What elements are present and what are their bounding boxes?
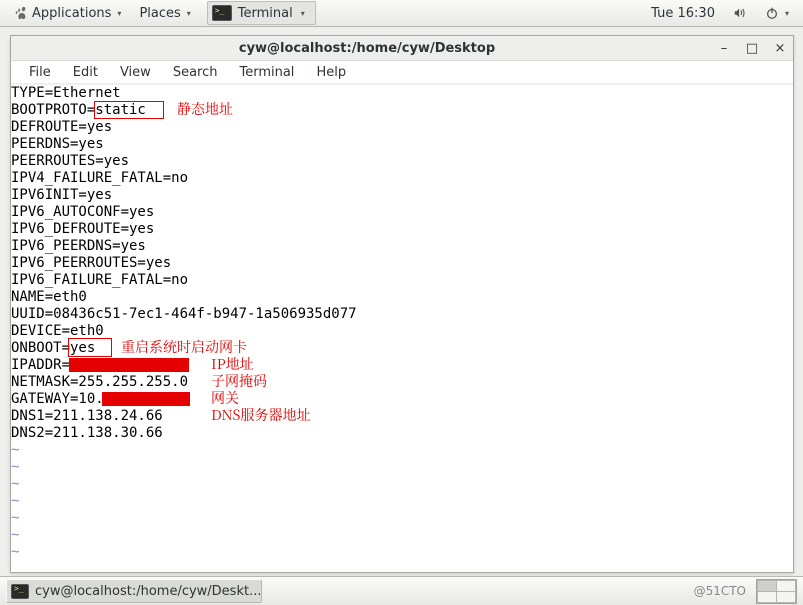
terminal-window: cyw@localhost:/home/cyw/Desktop – □ × Fi…: [10, 35, 794, 573]
chevron-down-icon: ▾: [785, 9, 789, 18]
menu-edit[interactable]: Edit: [63, 63, 108, 82]
config-line: BOOTPROTO=static: [11, 102, 146, 119]
bottom-right-group: @51CTO 1/4: [694, 579, 797, 604]
config-line: IPV6_AUTOCONF=yes: [11, 204, 154, 221]
menu-help[interactable]: Help: [306, 63, 356, 82]
config-line: NETMASK=255.255.255.0: [11, 374, 188, 391]
vim-tilde: ~: [11, 459, 19, 476]
config-line: DEFROUTE=yes: [11, 119, 112, 136]
clock[interactable]: Tue 16:30: [643, 4, 723, 23]
annotation-static-address: 静态地址: [177, 101, 233, 118]
window-controls: – □ ×: [717, 41, 787, 56]
vim-tilde: ~: [11, 493, 19, 510]
vim-tilde: ~: [11, 476, 19, 493]
config-line: IPADDR=: [11, 357, 70, 374]
menu-view[interactable]: View: [110, 63, 161, 82]
config-line: IPV6_DEFROUTE=yes: [11, 221, 154, 238]
gnome-foot-icon: [14, 6, 28, 20]
config-line: NAME=eth0: [11, 289, 87, 306]
menu-file[interactable]: File: [19, 63, 61, 82]
config-line: IPV6_PEERDNS=yes: [11, 238, 146, 255]
power-menu[interactable]: ▾: [757, 4, 797, 22]
terminal-icon: [11, 584, 29, 599]
config-line: PEERDNS=yes: [11, 136, 104, 153]
config-line: DNS1=211.138.24.66: [11, 408, 163, 425]
menu-terminal[interactable]: Terminal: [229, 63, 304, 82]
watermark-text: @51CTO: [694, 584, 746, 598]
window-titlebar[interactable]: cyw@localhost:/home/cyw/Desktop – □ ×: [11, 36, 793, 61]
panel-task-terminal[interactable]: Terminal ▾: [207, 1, 316, 25]
config-line: IPV4_FAILURE_FATAL=no: [11, 170, 188, 187]
volume-indicator[interactable]: [725, 4, 755, 22]
maximize-button[interactable]: □: [745, 41, 759, 56]
menu-search[interactable]: Search: [163, 63, 228, 82]
vim-tilde: ~: [11, 442, 19, 459]
places-menu[interactable]: Places ▾: [131, 4, 198, 23]
power-icon: [765, 6, 779, 20]
config-line: PEERROUTES=yes: [11, 153, 129, 170]
workspace-cell-1[interactable]: [758, 581, 776, 591]
redacted-gateway: [102, 392, 190, 406]
places-label: Places: [139, 6, 180, 21]
panel-task-label: Terminal: [238, 6, 293, 21]
config-line: ONBOOT=yes: [11, 340, 95, 357]
terminal-icon: [212, 5, 232, 21]
config-line: GATEWAY=10.: [11, 391, 104, 408]
terminal-viewport[interactable]: TYPE=Ethernet BOOTPROTO=static DEFROUTE=…: [11, 84, 793, 572]
applications-menu[interactable]: Applications ▾: [6, 4, 129, 23]
config-line: IPV6_FAILURE_FATAL=no: [11, 272, 188, 289]
workspace-cell-3[interactable]: [758, 592, 776, 602]
config-line: IPV6_PEERROUTES=yes: [11, 255, 171, 272]
config-line: UUID=08436c51-7ec1-464f-b947-1a506935d07…: [11, 306, 357, 323]
close-button[interactable]: ×: [773, 41, 787, 56]
chevron-down-icon: ▾: [301, 9, 305, 18]
gnome-top-panel: Applications ▾ Places ▾ Terminal ▾ Tue 1…: [0, 0, 803, 27]
chevron-down-icon: ▾: [187, 9, 191, 18]
taskbar-entry-label: cyw@localhost:/home/cyw/Deskt...: [35, 584, 261, 599]
annotation-dns: DNS服务器地址: [211, 407, 310, 424]
minimize-button[interactable]: –: [717, 41, 731, 56]
window-title: cyw@localhost:/home/cyw/Desktop: [17, 41, 717, 56]
config-line: TYPE=Ethernet: [11, 85, 121, 102]
config-line: DEVICE=eth0: [11, 323, 104, 340]
volume-icon: [733, 6, 747, 20]
panel-left-group: Applications ▾ Places ▾ Terminal ▾: [6, 1, 316, 25]
workspace-switcher[interactable]: [756, 579, 797, 604]
applications-label: Applications: [32, 6, 111, 21]
chevron-down-icon: ▾: [117, 9, 121, 18]
redacted-ipaddr: [69, 358, 189, 372]
vim-tilde: ~: [11, 544, 19, 561]
config-line: IPV6INIT=yes: [11, 187, 112, 204]
vim-tilde: ~: [11, 527, 19, 544]
terminal-menubar: File Edit View Search Terminal Help: [11, 61, 793, 84]
clock-label: Tue 16:30: [651, 6, 715, 21]
workspace-cell-2[interactable]: [777, 581, 795, 591]
workspace-cell-4[interactable]: [777, 592, 795, 602]
config-line: DNS2=211.138.30.66: [11, 425, 163, 442]
gnome-bottom-panel: cyw@localhost:/home/cyw/Deskt... @51CTO …: [0, 576, 803, 605]
panel-right-group: Tue 16:30 ▾: [643, 4, 797, 23]
vim-tilde: ~: [11, 510, 19, 527]
taskbar-entry-terminal[interactable]: cyw@localhost:/home/cyw/Deskt...: [6, 579, 262, 603]
